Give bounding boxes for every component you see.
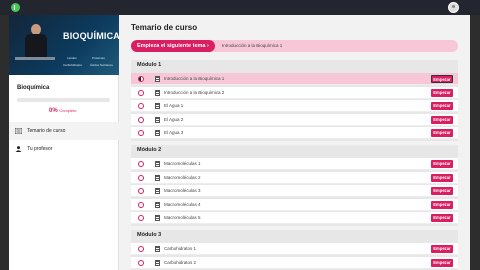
start-button[interactable]: Empezar (431, 214, 453, 222)
lesson-row[interactable]: Carbohidratos 1 Empezar (131, 243, 458, 255)
nav-item-profesor[interactable]: Tu profesor (9, 140, 119, 158)
lesson-row[interactable]: Macromoléculas 3 Empezar (131, 185, 458, 197)
user-icon (15, 146, 22, 152)
module-title: Módulo 2 (137, 147, 162, 153)
module-section: Módulo 2 Macromoléculas 1 Empezar Macromolé… (131, 145, 458, 226)
lesson-label: Introducción a la Bioquímica 2 (164, 89, 225, 95)
lesson-label: Carbohidratos 1 (164, 246, 197, 251)
lesson-label: Macromoléculas 4 (164, 201, 201, 207)
circle-icon (138, 89, 144, 96)
circle-icon (138, 201, 144, 208)
lesson-label: El Agua 3 (164, 130, 184, 135)
lesson-row[interactable]: Carbohidratos 2 Empezar (131, 256, 458, 269)
page-title: Temario de curso (131, 23, 198, 32)
circle-icon (138, 161, 144, 167)
document-icon (155, 215, 160, 221)
sidebar: BIOQUÍMICA Lípidos Proteínas Carbohidrat… (9, 15, 119, 270)
circle-icon (138, 130, 144, 136)
start-button[interactable]: Empezar (431, 129, 453, 137)
circle-icon (138, 103, 144, 109)
lesson-label: Carbohidratos 2 (164, 259, 197, 265)
lesson-row[interactable]: El Agua 3 Empezar (131, 127, 458, 139)
document-icon (155, 103, 160, 109)
right-frame (470, 15, 480, 270)
circle-icon (138, 116, 144, 123)
banner-title: BIOQUÍMICA (63, 31, 119, 41)
lesson-row[interactable]: Macromoléculas 1 Empezar (131, 158, 458, 170)
start-button[interactable]: Empezar (431, 245, 453, 253)
lesson-row[interactable]: Macromoléculas 4 Empezar (131, 198, 458, 211)
document-icon (155, 76, 160, 82)
document-icon (155, 89, 160, 96)
start-button[interactable]: Empezar (431, 115, 453, 124)
instructor-illustration (15, 24, 55, 75)
module-title: Módulo 3 (137, 232, 162, 238)
start-button[interactable]: Empezar (431, 88, 453, 97)
nav-item-label: Temario de curso (27, 128, 66, 134)
app-logo-icon[interactable] (11, 3, 20, 12)
next-lesson-label: Introducción a la Bioquímica 1 (222, 43, 283, 48)
start-button[interactable]: Empezar (431, 173, 453, 182)
document-icon (155, 246, 160, 252)
start-button[interactable]: Empezar (431, 187, 453, 195)
document-icon (155, 201, 160, 208)
start-button[interactable]: Empezar (431, 160, 453, 168)
progress-text: 0% Completo (49, 108, 76, 114)
progress-bar (17, 98, 110, 102)
start-button[interactable]: Empezar (431, 102, 453, 110)
lesson-row[interactable]: Introducción a la Bioquímica 2 Empezar (131, 86, 458, 99)
banner-tag: Lípidos (67, 56, 77, 60)
next-topic-button[interactable]: Empieza el siguiente tema › (131, 40, 215, 52)
document-icon (155, 188, 160, 194)
lesson-label: Macromoléculas 5 (164, 215, 201, 220)
left-frame (0, 15, 9, 270)
document-icon (155, 116, 160, 123)
progress-label: Completo (59, 108, 77, 113)
app: BIOQUÍMICA Lípidos Proteínas Carbohidrat… (0, 0, 480, 270)
circle-icon (138, 188, 144, 194)
banner-tag: Ácidos Nucleicos (90, 63, 113, 67)
module-section: Módulo 1 Introducción a la Bioquímica 1 Em… (131, 60, 458, 141)
lesson-row[interactable]: El Agua 1 Empezar (131, 100, 458, 112)
course-banner: BIOQUÍMICA Lípidos Proteínas Carbohidrat… (9, 15, 119, 75)
module-title: Módulo 1 (137, 62, 162, 68)
start-button[interactable]: Empezar (431, 75, 453, 83)
lesson-label: Macromoléculas 1 (164, 161, 201, 166)
document-icon (155, 161, 160, 167)
lesson-row[interactable]: Introducción a la Bioquímica 1 Empezar (131, 73, 458, 85)
list-icon (15, 128, 22, 134)
module-section: Módulo 3 Carbohidratos 1 Empezar Carbohidra… (131, 230, 458, 270)
start-button[interactable]: Empezar (431, 200, 453, 209)
lesson-label: Introducción a la Bioquímica 1 (164, 76, 225, 81)
circle-icon (138, 215, 144, 221)
lesson-row[interactable]: Macromoléculas 2 Empezar (131, 171, 458, 184)
lesson-row[interactable]: Macromoléculas 5 Empezar (131, 212, 458, 224)
next-lesson-bar: Empieza el siguiente tema › Introducción… (131, 40, 458, 52)
lesson-row[interactable]: El Agua 2 Empezar (131, 113, 458, 126)
start-button[interactable]: Empezar (431, 258, 453, 267)
circle-icon (138, 259, 144, 266)
lesson-label: Macromoléculas 3 (164, 188, 201, 193)
progress-value: 0% (49, 108, 58, 114)
user-avatar-icon[interactable] (448, 2, 459, 13)
nav-item-label: Tu profesor (27, 146, 53, 152)
document-icon (155, 130, 160, 136)
top-bar (0, 0, 480, 15)
course-name: Bioquímica (17, 85, 50, 91)
lesson-label: El Agua 1 (164, 103, 184, 108)
document-icon (155, 174, 160, 181)
document-icon (155, 259, 160, 266)
lesson-label: El Agua 2 (164, 116, 184, 122)
lesson-label: Macromoléculas 2 (164, 174, 201, 180)
banner-tag: Proteínas (92, 56, 105, 60)
half-circle-icon (138, 76, 144, 82)
nav-item-temario[interactable]: Temario de curso (9, 122, 119, 140)
circle-icon (138, 174, 144, 181)
circle-icon (138, 246, 144, 252)
banner-tag: Carbohidratos (63, 63, 82, 67)
main-content: Temario de curso Empieza el siguiente te… (119, 15, 470, 270)
